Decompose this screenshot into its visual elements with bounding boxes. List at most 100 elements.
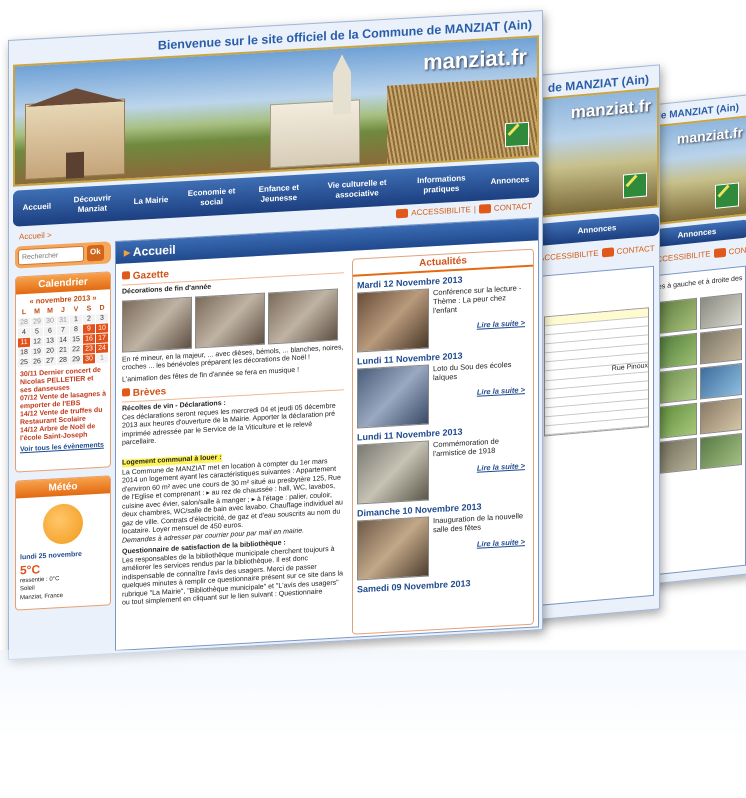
calendar-day[interactable]: 16 bbox=[83, 334, 95, 344]
news-photo[interactable] bbox=[357, 516, 429, 581]
calendar-day[interactable]: 9 bbox=[83, 324, 95, 334]
calendar-day[interactable]: 18 bbox=[18, 347, 30, 358]
calendar-day[interactable]: 29 bbox=[31, 317, 43, 327]
calendar-day[interactable]: 13 bbox=[44, 336, 56, 346]
calendar-day[interactable]: 15 bbox=[70, 334, 82, 345]
calendar-day[interactable]: 3 bbox=[96, 313, 108, 324]
news-text-wrap: Conférence sur la lecture - Thème : La p… bbox=[433, 283, 529, 348]
calendar-day[interactable]: 27 bbox=[44, 356, 56, 366]
calendar-day[interactable]: 5 bbox=[31, 327, 43, 337]
coat-of-arms-icon bbox=[505, 121, 529, 148]
search-button[interactable]: Ok bbox=[87, 244, 104, 262]
calendar-day[interactable]: 30 bbox=[83, 354, 95, 364]
news-photo[interactable] bbox=[357, 440, 429, 505]
news-text-wrap: Inauguration de la nouvelle salle des fê… bbox=[433, 511, 529, 576]
calendar-day[interactable]: 30 bbox=[44, 316, 56, 326]
front-page: Bienvenue sur le site officiel de la Com… bbox=[8, 10, 543, 660]
page2-accessibility-link[interactable]: ACCESSIBILITE bbox=[539, 249, 599, 263]
nav-economie[interactable]: Economie et social bbox=[188, 186, 236, 209]
meteo-widget: Météo lundi 25 novembre 5°C ressentie : … bbox=[15, 475, 111, 611]
news-item: Dimanche 10 Novembre 2013 Inauguration de… bbox=[353, 499, 533, 581]
accessibility-link[interactable]: ACCESSIBILITE bbox=[411, 205, 471, 217]
calendar-day[interactable]: 1 bbox=[96, 353, 108, 364]
calendar-day-header: S bbox=[86, 305, 92, 313]
calendar-grid: L M M J V S D 28 29 30 31 1 2 3 4 5 6 7 8 9 10 11 12 13 14 15 16 17… bbox=[16, 301, 110, 369]
calendar-day[interactable]: 1 bbox=[70, 314, 82, 325]
calendar-day[interactable]: 14 bbox=[57, 335, 69, 346]
news-photo[interactable] bbox=[357, 364, 429, 429]
calendar-day[interactable]: 28 bbox=[57, 355, 69, 366]
calendar-day[interactable]: 28 bbox=[18, 317, 30, 328]
calendar-day[interactable]: 20 bbox=[44, 346, 56, 356]
calendar-day[interactable]: 10 bbox=[96, 323, 108, 334]
calendar-day[interactable]: 17 bbox=[96, 333, 108, 344]
news-text-wrap: Loto du Sou des écoles laïques Lire la su… bbox=[433, 359, 529, 424]
breadcrumb-home[interactable]: Accueil > bbox=[19, 231, 52, 242]
page2-crest-icon bbox=[623, 172, 647, 199]
page2-logo: manziat.fr bbox=[570, 96, 651, 123]
gazette-photo[interactable] bbox=[195, 292, 265, 349]
page3-photo bbox=[655, 437, 697, 474]
page3-logo: manziat.fr bbox=[676, 123, 743, 147]
calendar-day[interactable]: 11 bbox=[18, 337, 30, 348]
page3-content: hes à gauche et à droite des bbox=[651, 265, 746, 576]
calendar-day[interactable]: 23 bbox=[83, 344, 95, 354]
page3-photo bbox=[655, 332, 697, 369]
calendar-day[interactable]: 29 bbox=[70, 354, 82, 365]
read-more-link[interactable]: Lire la suite > bbox=[433, 318, 529, 332]
read-more-link[interactable]: Lire la suite > bbox=[433, 461, 529, 475]
nav-vie-culturelle[interactable]: Vie culturelle et associative bbox=[322, 178, 392, 202]
calendar-day[interactable]: 25 bbox=[18, 357, 30, 368]
gazette-photos bbox=[122, 288, 344, 353]
page2-banner: manziat.fr bbox=[535, 87, 659, 219]
meteo-title: Météo bbox=[16, 476, 110, 499]
nav-enfance[interactable]: Enfance et Jeunesse bbox=[255, 183, 303, 206]
news-item: Lundi 11 Novembre 2013 Loto du Sou des éc… bbox=[353, 347, 533, 429]
page3-photo bbox=[655, 402, 697, 439]
read-more-link[interactable]: Lire la suite > bbox=[433, 385, 529, 399]
calendar-day[interactable]: 12 bbox=[31, 337, 43, 347]
screenshot-stage: de MANZIAT (Ain) manziat.fr Annonces ACC… bbox=[0, 0, 746, 798]
calendar-day[interactable]: 21 bbox=[57, 345, 69, 356]
gazette-photo[interactable] bbox=[268, 288, 338, 344]
news-photo[interactable] bbox=[357, 288, 429, 353]
read-more-link[interactable]: Lire la suite > bbox=[433, 537, 529, 551]
contact-link[interactable]: CONTACT bbox=[494, 202, 532, 213]
calendar-day[interactable]: 6 bbox=[44, 326, 56, 336]
page3-crest-icon bbox=[715, 182, 739, 209]
calendar-day[interactable]: 4 bbox=[18, 327, 30, 338]
page-reflection bbox=[0, 650, 746, 798]
news-text-wrap: Commémoration de l'armistice de 1918 Lire… bbox=[433, 435, 529, 500]
news-row: Inauguration de la nouvelle salle des fê… bbox=[353, 511, 533, 581]
news-text: Conférence sur la lecture - Thème : La p… bbox=[433, 283, 522, 316]
search-input[interactable] bbox=[18, 245, 84, 266]
calendar-widget: Calendrier « novembre 2013 » L M M J V S D 28 29… bbox=[15, 271, 111, 473]
calendar-day[interactable]: 31 bbox=[57, 315, 69, 326]
news-item: Mardi 12 Novembre 2013 Conférence sur la … bbox=[353, 271, 533, 353]
search-box: Ok bbox=[15, 241, 111, 269]
site-logo[interactable]: manziat.fr bbox=[423, 44, 527, 76]
gazette-photo[interactable] bbox=[122, 296, 192, 353]
calendar-day[interactable]: 7 bbox=[57, 325, 69, 336]
nav-annonces[interactable]: Annonces bbox=[491, 175, 530, 187]
calendar-day[interactable]: 26 bbox=[31, 357, 43, 367]
calendar-title: Calendrier bbox=[16, 272, 110, 295]
calendar-day[interactable]: 24 bbox=[96, 343, 108, 354]
nav-mairie[interactable]: La Mairie bbox=[134, 195, 169, 207]
nav-decouvrir[interactable]: Découvrir Manziat bbox=[70, 193, 114, 215]
calendar-day-header: M bbox=[47, 307, 53, 315]
page3-banner: manziat.fr bbox=[645, 115, 746, 227]
page2-contact-link[interactable]: CONTACT bbox=[617, 244, 655, 256]
page2-toolbar: ACCESSIBILITE CONTACT bbox=[539, 244, 655, 263]
calendar-day[interactable]: 22 bbox=[70, 344, 82, 355]
page2-nav-annonces[interactable]: Annonces bbox=[578, 223, 617, 236]
calendar-day[interactable]: 2 bbox=[83, 314, 95, 324]
calendar-day[interactable]: 8 bbox=[70, 324, 82, 335]
news-list: Mardi 12 Novembre 2013 Conférence sur la … bbox=[353, 271, 533, 595]
page3-contact-link[interactable]: CONTACT bbox=[729, 243, 746, 256]
nav-informations[interactable]: Informations pratiques bbox=[411, 173, 471, 196]
page3-nav-annonces[interactable]: Annonces bbox=[678, 227, 717, 241]
news-text: Inauguration de la nouvelle salle des fê… bbox=[433, 511, 524, 535]
calendar-day[interactable]: 19 bbox=[31, 347, 43, 357]
nav-accueil[interactable]: Accueil bbox=[23, 202, 51, 214]
